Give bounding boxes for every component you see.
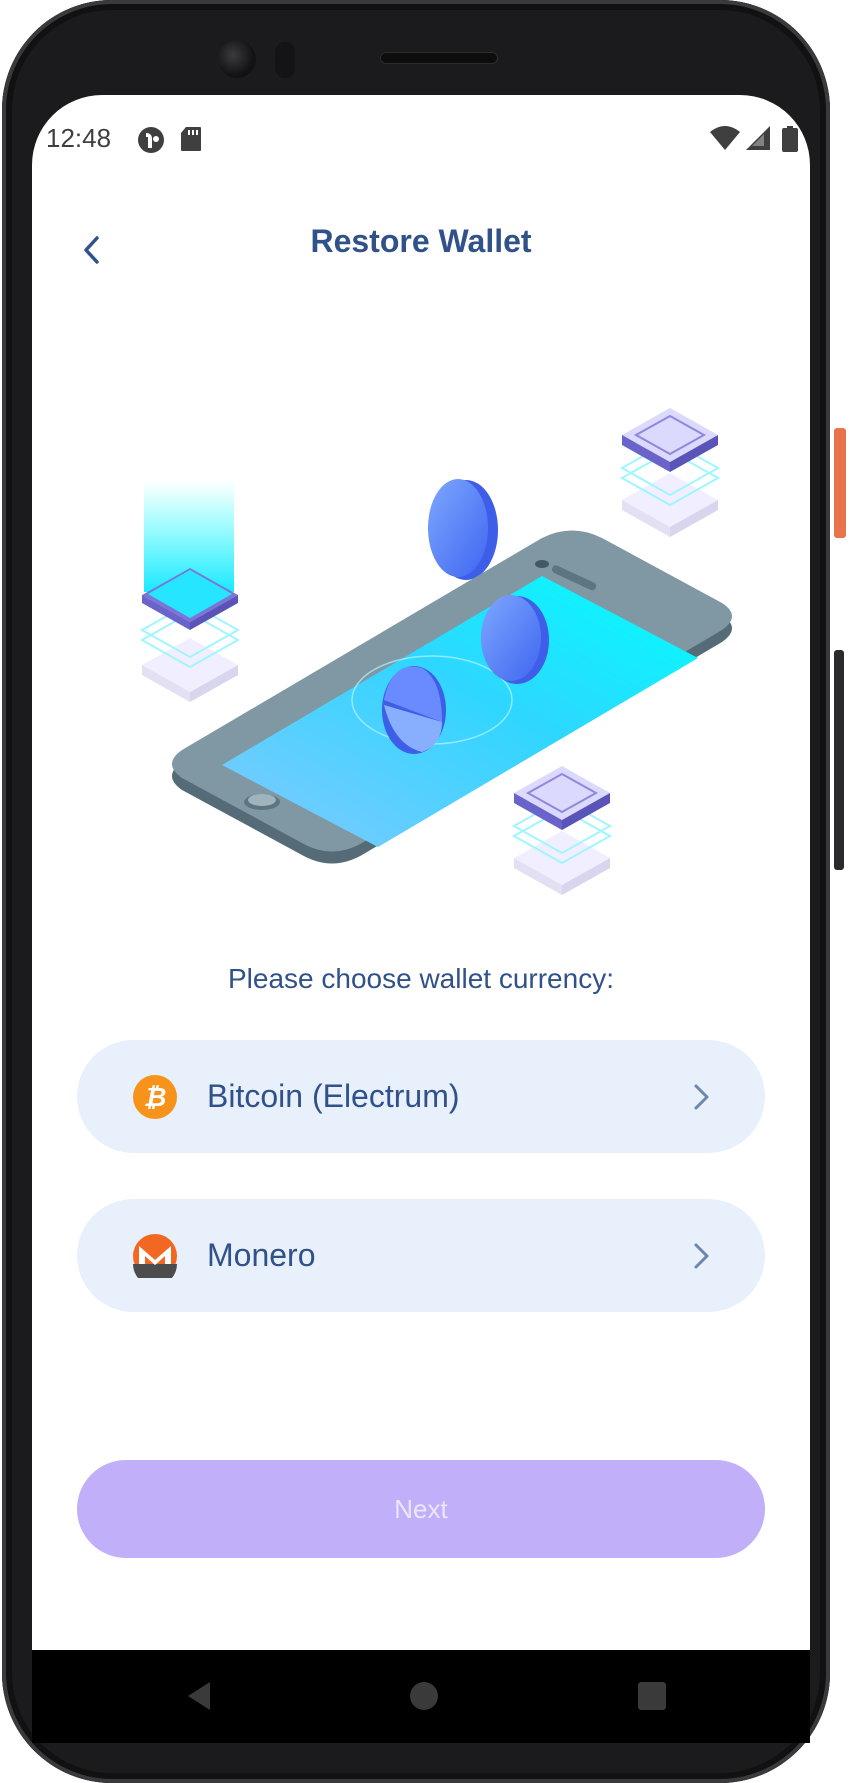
app-screen: 12:48 Restore Wallet Please choose walle…: [32, 95, 810, 1650]
power-button[interactable]: [834, 428, 846, 538]
proximity-sensor: [275, 42, 295, 78]
recents-square-icon[interactable]: [632, 1676, 672, 1716]
phone-device-illustration: [172, 530, 732, 864]
svg-text:₿: ₿: [144, 1083, 167, 1113]
monero-icon: [133, 1234, 177, 1286]
currency-option-label: Bitcoin (Electrum): [207, 1078, 460, 1114]
app-notification-icon: [137, 126, 165, 159]
floating-coin: [428, 479, 498, 580]
front-camera: [218, 40, 256, 78]
currency-option-bitcoin[interactable]: ₿ Bitcoin (Electrum): [77, 1040, 765, 1153]
page-title: Restore Wallet: [310, 223, 532, 259]
phone-crypto-illustration: [102, 350, 742, 975]
volume-button[interactable]: [834, 650, 844, 870]
bottom-block-decoration: [511, 766, 613, 895]
navigation-bar: [32, 1650, 810, 1743]
currency-option-monero[interactable]: Monero: [77, 1199, 765, 1312]
battery-icon: [782, 126, 798, 157]
wifi-icon: [710, 126, 740, 155]
bitcoin-icon: ₿: [133, 1075, 177, 1119]
currency-option-label: Monero: [207, 1237, 316, 1273]
currency-prompt: Please choose wallet currency:: [228, 963, 614, 994]
earpiece-speaker: [380, 52, 498, 64]
chevron-right-icon: [687, 1082, 715, 1112]
back-triangle-icon[interactable]: [180, 1676, 220, 1716]
cellular-signal-icon: [746, 126, 770, 155]
sd-card-icon: [180, 126, 202, 157]
chevron-right-icon: [687, 1241, 715, 1271]
status-time: 12:48: [46, 123, 112, 153]
status-bar: 12:48: [32, 95, 810, 185]
left-block-decoration: [139, 480, 241, 702]
right-block-decoration: [619, 408, 721, 537]
home-circle-icon[interactable]: [404, 1676, 444, 1716]
next-button[interactable]: Next: [77, 1460, 765, 1558]
